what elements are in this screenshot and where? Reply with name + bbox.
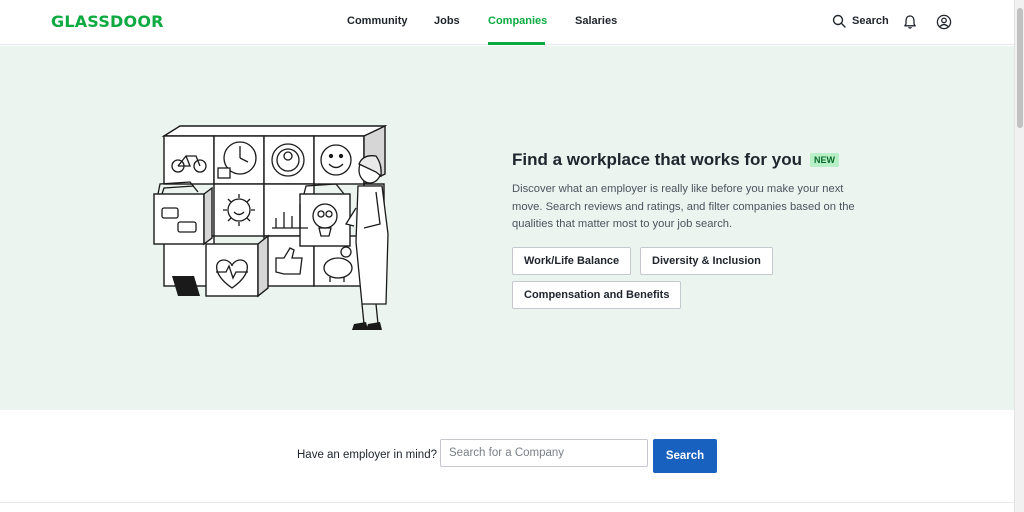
- company-search-button[interactable]: Search: [653, 439, 717, 473]
- header-search-button[interactable]: Search: [832, 14, 889, 28]
- bell-icon[interactable]: [902, 14, 918, 30]
- hero-section: Find a workplace that works for you NEW …: [0, 46, 1014, 410]
- active-tab-indicator: [488, 42, 545, 45]
- header-search-label: Search: [852, 15, 889, 27]
- workplace-illustration: [153, 124, 389, 330]
- company-search-input[interactable]: [440, 439, 648, 467]
- scrollbar-thumb[interactable]: [1017, 8, 1023, 128]
- nav-community[interactable]: Community: [347, 15, 408, 27]
- section-divider: [0, 502, 1014, 503]
- search-icon: [832, 14, 846, 28]
- top-header: GLASSDOOR Community Jobs Companies Salar…: [0, 0, 1014, 45]
- hero-description: Discover what an employer is really like…: [512, 183, 855, 230]
- employer-search-prompt: Have an employer in mind?: [297, 449, 437, 461]
- account-icon[interactable]: [936, 14, 952, 30]
- chip-diversity-inclusion[interactable]: Diversity & Inclusion: [640, 247, 773, 275]
- chip-compensation-benefits[interactable]: Compensation and Benefits: [512, 281, 682, 309]
- nav-salaries[interactable]: Salaries: [575, 15, 617, 27]
- hero-title: Find a workplace that works for you: [512, 150, 802, 169]
- glassdoor-logo[interactable]: GLASSDOOR: [51, 12, 164, 31]
- hero-title-row: Find a workplace that works for you NEW: [512, 150, 839, 170]
- nav-companies[interactable]: Companies: [488, 15, 547, 27]
- new-badge: NEW: [810, 153, 839, 167]
- nav-jobs[interactable]: Jobs: [434, 15, 460, 27]
- chip-work-life-balance[interactable]: Work/Life Balance: [512, 247, 632, 275]
- page-scrollbar[interactable]: [1014, 0, 1024, 512]
